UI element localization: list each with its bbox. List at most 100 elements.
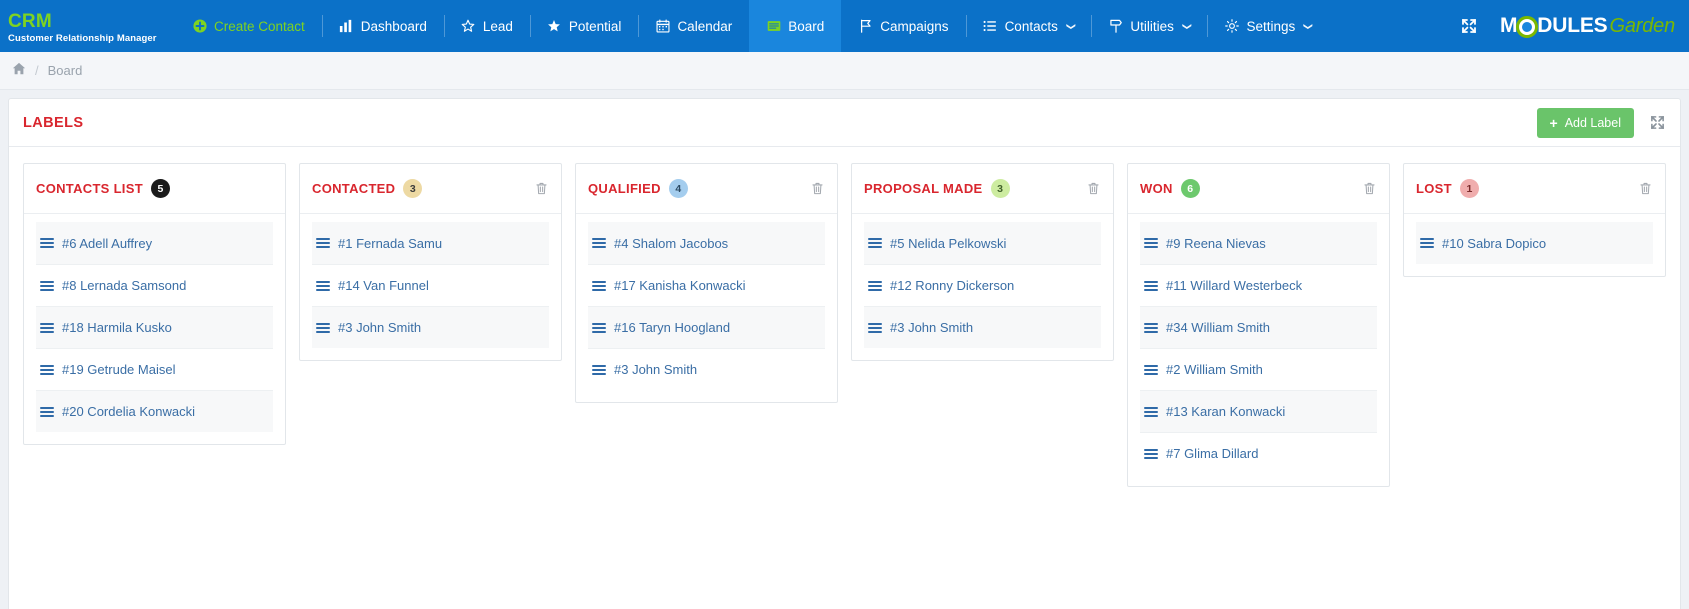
nav-item-contacts[interactable]: Contacts❯ [966,0,1092,52]
nav-item-calendar[interactable]: Calendar [638,0,749,52]
add-label-button-label: Add Label [1565,116,1621,130]
drag-handle-icon[interactable] [1420,238,1434,248]
drag-handle-icon[interactable] [1144,238,1158,248]
board-card[interactable]: #7 Glima Dillard [1140,432,1377,474]
drag-handle-icon[interactable] [316,238,330,248]
board-card-label: #10 Sabra Dopico [1442,236,1546,251]
nav-item-list: Create Contact DashboardLead Potential Cale… [175,0,1458,52]
drag-handle-icon[interactable] [40,407,54,417]
board-card-label: #2 William Smith [1166,362,1263,377]
column-title: QUALIFIED [588,181,661,196]
expand-arrows-icon[interactable] [1458,15,1480,37]
drag-handle-icon[interactable] [592,238,606,248]
column-header: LOST 1 [1404,164,1665,214]
drag-handle-icon[interactable] [40,238,54,248]
board-card-label: #16 Taryn Hoogland [614,320,730,335]
drag-handle-icon[interactable] [1144,407,1158,417]
breadcrumb-current[interactable]: Board [48,63,83,78]
trash-icon[interactable] [1637,181,1653,197]
chevron-down-icon: ❯ [1065,22,1076,30]
board-card[interactable]: #6 Adell Auffrey [36,222,273,264]
board-card[interactable]: #3 John Smith [588,348,825,390]
board-card[interactable]: #5 Nelida Pelkowski [864,222,1101,264]
panel-expand-arrows-icon[interactable] [1648,114,1666,132]
drag-handle-icon[interactable] [868,281,882,291]
board-card[interactable]: #3 John Smith [312,306,549,348]
star-outline-icon [461,19,476,34]
nav-right-group: M DULES Garden [1458,0,1689,52]
board-card[interactable]: #12 Ronny Dickerson [864,264,1101,306]
board-card[interactable]: #14 Van Funnel [312,264,549,306]
drag-handle-icon[interactable] [868,238,882,248]
column-title: CONTACTS LIST [36,181,143,196]
board-card-label: #12 Ronny Dickerson [890,278,1014,293]
column-title: LOST [1416,181,1452,196]
drag-handle-icon[interactable] [316,281,330,291]
nav-item-board[interactable]: Board [749,0,841,52]
drag-handle-icon[interactable] [1144,449,1158,459]
board-card-label: #3 John Smith [338,320,421,335]
board-card[interactable]: #1 Fernada Samu [312,222,549,264]
nav-item-dashboard[interactable]: Dashboard [322,0,444,52]
home-icon[interactable] [12,62,26,79]
add-label-button[interactable]: + Add Label [1537,108,1635,138]
column-title: CONTACTED [312,181,395,196]
drag-handle-icon[interactable] [592,323,606,333]
drag-handle-icon[interactable] [592,281,606,291]
drag-handle-icon[interactable] [592,365,606,375]
drag-handle-icon[interactable] [868,323,882,333]
drag-handle-icon[interactable] [40,323,54,333]
nav-item-label: Potential [569,19,622,34]
board-card-label: #18 Harmila Kusko [62,320,172,335]
board-card[interactable]: #17 Kanisha Konwacki [588,264,825,306]
board-card-label: #7 Glima Dillard [1166,446,1258,461]
column-header: CONTACTS LIST5 [24,164,285,214]
nav-item-campaigns[interactable]: Campaigns [841,0,965,52]
drag-handle-icon[interactable] [1144,281,1158,291]
board-card[interactable]: #19 Getrude Maisel [36,348,273,390]
trash-icon[interactable] [1361,181,1377,197]
nav-item-potential[interactable]: Potential [530,0,639,52]
board-card[interactable]: #8 Lernada Samsond [36,264,273,306]
nav-item-label: Create Contact [214,19,305,34]
column-count-badge: 4 [669,179,688,198]
board-card-label: #11 Willard Westerbeck [1166,278,1302,293]
board-card[interactable]: #11 Willard Westerbeck [1140,264,1377,306]
board-card[interactable]: #20 Cordelia Konwacki [36,390,273,432]
drag-handle-icon[interactable] [1144,323,1158,333]
nav-item-lead[interactable]: Lead [444,0,530,52]
column-header: WON6 [1128,164,1389,214]
drag-handle-icon[interactable] [316,323,330,333]
board-card[interactable]: #16 Taryn Hoogland [588,306,825,348]
nav-item-create-contact[interactable]: Create Contact [175,0,322,52]
drag-handle-icon[interactable] [40,365,54,375]
column-title: PROPOSAL MADE [864,181,983,196]
drag-handle-icon[interactable] [1144,365,1158,375]
board-card[interactable]: #3 John Smith [864,306,1101,348]
board-column-contacted: CONTACTED3#1 Fernada Samu#14 Van Funnel#… [299,163,562,361]
chevron-down-icon: ❯ [1181,22,1192,30]
board-card-label: #8 Lernada Samsond [62,278,186,293]
board-card[interactable]: #4 Shalom Jacobos [588,222,825,264]
column-card-list: #5 Nelida Pelkowski #12 Ronny Dickerson #3… [852,214,1113,360]
logo-text-garden: Garden [1609,15,1675,38]
column-count-badge: 1 [1460,179,1479,198]
chevron-down-icon: ❯ [1303,22,1314,30]
column-card-list: #1 Fernada Samu#14 Van Funnel #3 John Smi… [300,214,561,360]
board-card[interactable]: #10 Sabra Dopico [1416,222,1653,264]
board-card[interactable]: #13 Karan Konwacki [1140,390,1377,432]
star-filled-icon [547,19,562,34]
board-card[interactable]: #18 Harmila Kusko [36,306,273,348]
modulesgarden-logo: M DULES Garden [1500,14,1675,38]
board-column-qualified: QUALIFIED 4 #4 Shalom Jacobos #17 Kanisha K… [575,163,838,403]
nav-item-settings[interactable]: Settings❯ [1207,0,1328,52]
board-card[interactable]: #34 William Smith [1140,306,1377,348]
trash-icon[interactable] [809,181,825,197]
trash-icon[interactable] [1085,181,1101,197]
nav-item-utilities[interactable]: Utilities❯ [1091,0,1207,52]
board-card[interactable]: #2 William Smith [1140,348,1377,390]
trash-icon[interactable] [533,181,549,197]
drag-handle-icon[interactable] [40,281,54,291]
board-card[interactable]: #9 Reena Nievas [1140,222,1377,264]
board-card-label: #4 Shalom Jacobos [614,236,728,251]
